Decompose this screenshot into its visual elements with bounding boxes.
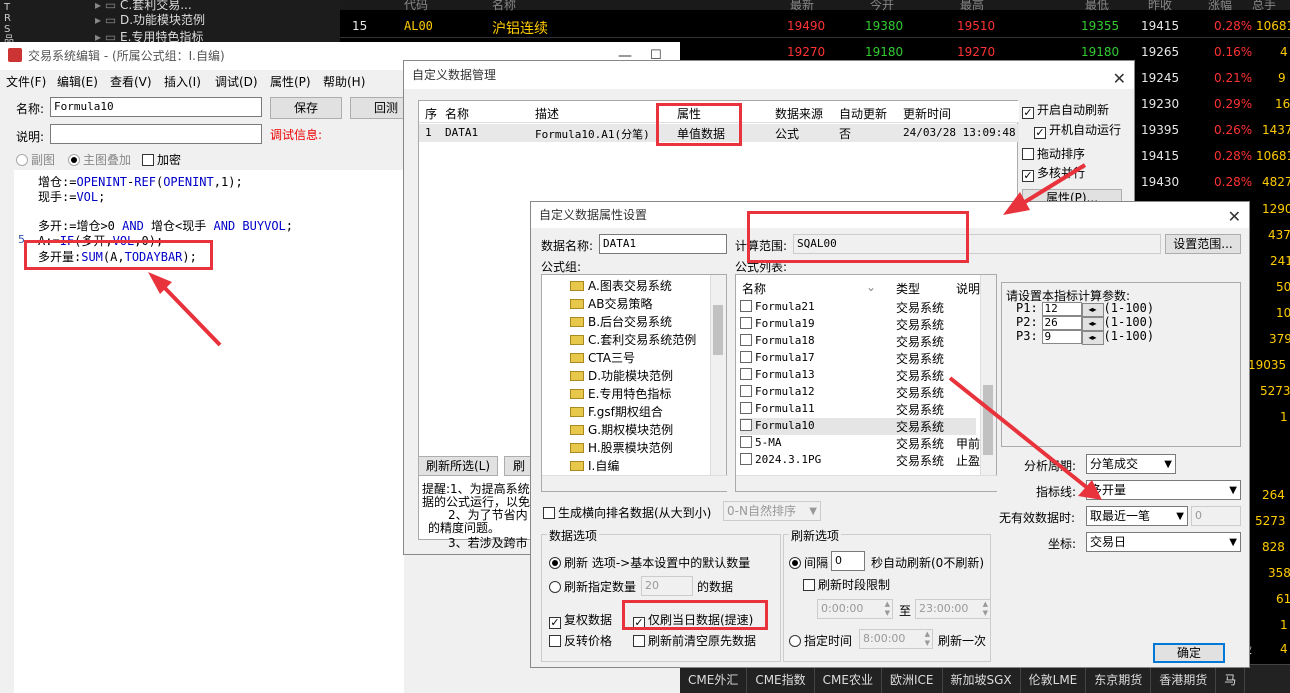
arrow-line <box>158 281 222 347</box>
arrow-line <box>1018 163 1087 207</box>
annotation-arrows <box>148 163 1102 500</box>
arrow-head <box>1003 192 1030 215</box>
arrow-line <box>948 376 1092 492</box>
